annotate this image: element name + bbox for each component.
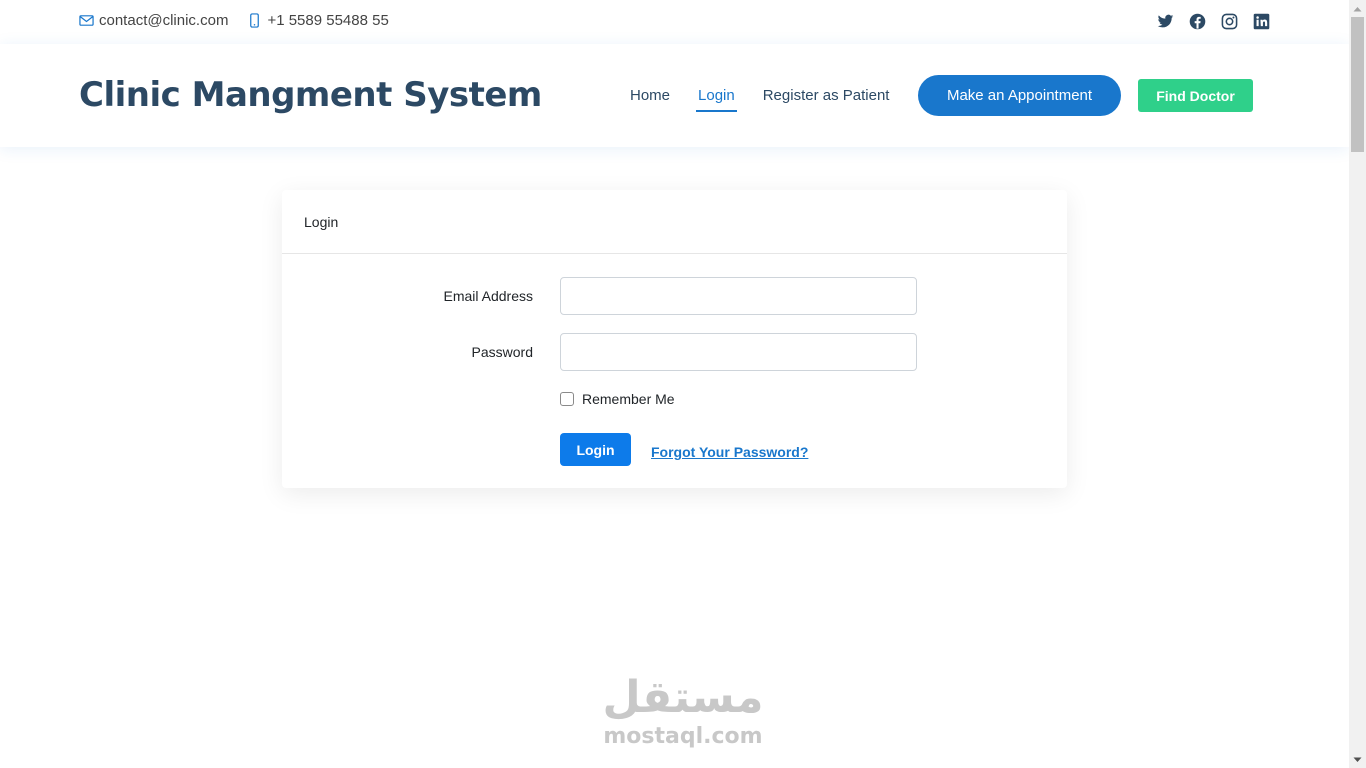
login-card-title: Login <box>282 190 1067 254</box>
site-logo[interactable]: Clinic Mangment System <box>79 75 542 115</box>
contact-phone[interactable]: +1 5589 55488 55 <box>247 12 389 29</box>
login-button[interactable]: Login <box>560 433 631 466</box>
twitter-icon[interactable] <box>1157 13 1174 30</box>
contact-email-text: contact@clinic.com <box>99 12 229 29</box>
instagram-icon[interactable] <box>1221 13 1238 30</box>
topbar: contact@clinic.com +1 5589 55488 55 <box>0 0 1349 44</box>
scroll-down-arrow-icon[interactable] <box>1349 751 1366 768</box>
watermark-latin: mostaql.com <box>603 724 763 749</box>
make-appointment-button[interactable]: Make an Appointment <box>918 75 1121 116</box>
contact-phone-text: +1 5589 55488 55 <box>267 12 389 29</box>
page: contact@clinic.com +1 5589 55488 55 Clin… <box>0 0 1366 768</box>
remember-me[interactable]: Remember Me <box>560 391 675 407</box>
vertical-scrollbar[interactable] <box>1349 0 1366 768</box>
phone-icon <box>247 13 262 28</box>
contact-info: contact@clinic.com +1 5589 55488 55 <box>79 12 408 29</box>
password-input[interactable] <box>560 333 917 371</box>
watermark-arabic: مستقل <box>602 672 764 723</box>
scrollbar-thumb[interactable] <box>1351 17 1364 152</box>
email-label: Email Address <box>443 288 533 304</box>
contact-email[interactable]: contact@clinic.com <box>79 12 228 29</box>
mostaql-watermark: مستقل mostaql.com <box>598 672 768 750</box>
scroll-up-arrow-icon[interactable] <box>1349 0 1366 17</box>
linkedin-icon[interactable] <box>1253 13 1270 30</box>
email-input[interactable] <box>560 277 917 315</box>
facebook-icon[interactable] <box>1189 13 1206 30</box>
nav-login[interactable]: Login <box>696 79 737 112</box>
remember-me-checkbox[interactable] <box>560 392 574 406</box>
password-label: Password <box>471 344 533 360</box>
find-doctor-button[interactable]: Find Doctor <box>1138 79 1253 112</box>
remember-me-label: Remember Me <box>582 391 675 407</box>
envelope-icon <box>79 13 94 28</box>
site-header: Clinic Mangment System Home Login Regist… <box>0 44 1349 147</box>
forgot-password-link[interactable]: Forgot Your Password? <box>651 444 808 460</box>
social-links <box>1142 13 1270 30</box>
nav-home[interactable]: Home <box>628 79 672 112</box>
login-card: Login Email Address Password Remember Me… <box>282 190 1067 488</box>
main-nav: Home Login Register as Patient <box>616 44 903 147</box>
nav-register-patient[interactable]: Register as Patient <box>761 79 892 112</box>
